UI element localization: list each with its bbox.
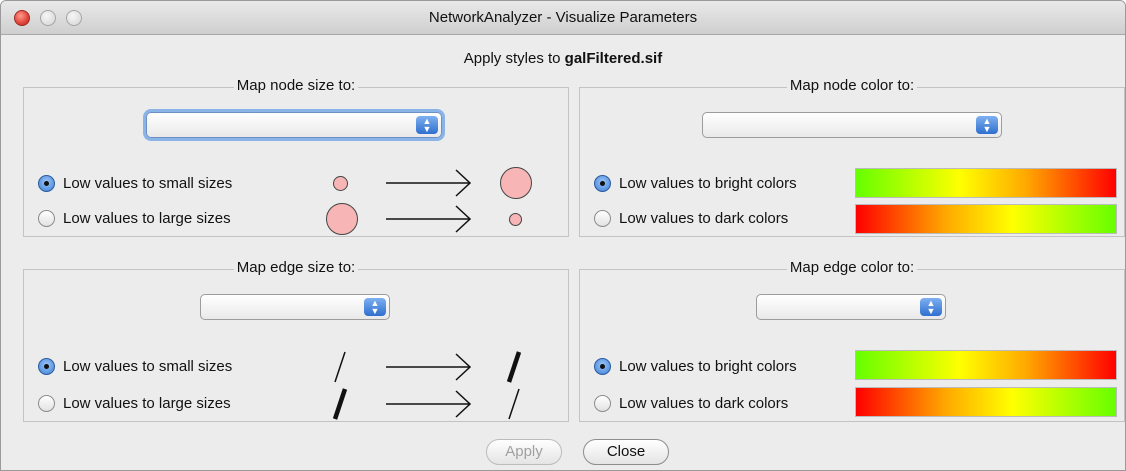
up-down-chevron-icon: ▲ ▼ <box>416 116 438 134</box>
node-color-bright-option[interactable]: Low values to bright colors <box>594 175 797 192</box>
up-down-chevron-icon: ▲ ▼ <box>976 116 998 134</box>
node-color-attribute-select[interactable]: ▲ ▼ <box>702 112 1002 138</box>
small-node-icon <box>509 213 522 226</box>
node-color-dark-label: Low values to dark colors <box>619 210 789 227</box>
large-node-icon <box>500 167 532 199</box>
edge-color-attribute-select[interactable]: ▲ ▼ <box>756 294 946 320</box>
up-down-chevron-icon: ▲ ▼ <box>364 298 386 316</box>
large-node-icon <box>326 203 358 235</box>
title-bar[interactable]: NetworkAnalyzer - Visualize Parameters <box>1 1 1125 35</box>
right-arrow-icon <box>386 169 472 197</box>
node-size-small-option[interactable]: Low values to small sizes <box>38 175 232 192</box>
network-file-name: galFiltered.sif <box>564 50 663 67</box>
edge-color-bright-label: Low values to bright colors <box>619 358 797 375</box>
node-size-legend: Map node size to: <box>233 77 359 94</box>
thin-edge-icon <box>334 351 346 383</box>
edge-color-dark-option[interactable]: Low values to dark colors <box>594 395 788 412</box>
bright-color-gradient <box>855 350 1117 380</box>
edge-color-panel: Map edge color to: ▲ ▼ Low values to brig… <box>579 259 1125 422</box>
visualize-parameters-window: NetworkAnalyzer - Visualize Parameters A… <box>0 0 1126 471</box>
node-size-panel: Map node size to: ▲ ▼ Low values to small… <box>23 77 569 237</box>
node-color-bright-label: Low values to bright colors <box>619 175 797 192</box>
edge-size-attribute-select[interactable]: ▲ ▼ <box>200 294 390 320</box>
radio-unselected-icon[interactable] <box>38 210 55 227</box>
radio-unselected-icon[interactable] <box>594 210 611 227</box>
apply-styles-prefix: Apply styles to <box>463 50 565 67</box>
up-down-chevron-icon: ▲ ▼ <box>920 298 942 316</box>
edge-size-large-label: Low values to large sizes <box>63 395 231 412</box>
close-button[interactable]: Close <box>583 439 669 465</box>
apply-styles-heading: Apply styles to galFiltered.sif <box>1 50 1125 67</box>
right-arrow-icon <box>386 205 472 233</box>
radio-unselected-icon[interactable] <box>38 395 55 412</box>
small-node-icon <box>333 176 348 191</box>
bright-color-gradient <box>855 168 1117 198</box>
node-size-small-label: Low values to small sizes <box>63 175 233 192</box>
thin-edge-icon <box>508 388 520 420</box>
edge-color-legend: Map edge color to: <box>786 259 918 276</box>
window-title: NetworkAnalyzer - Visualize Parameters <box>428 9 698 26</box>
edge-size-small-label: Low values to small sizes <box>63 358 233 375</box>
radio-selected-icon[interactable] <box>594 175 611 192</box>
dark-color-gradient <box>855 387 1117 417</box>
radio-unselected-icon[interactable] <box>594 395 611 412</box>
radio-selected-icon[interactable] <box>38 358 55 375</box>
radio-selected-icon[interactable] <box>38 175 55 192</box>
radio-selected-icon[interactable] <box>594 358 611 375</box>
right-arrow-icon <box>386 353 472 381</box>
node-color-legend: Map node color to: <box>786 77 918 94</box>
edge-size-small-option[interactable]: Low values to small sizes <box>38 358 232 375</box>
apply-button[interactable]: Apply <box>486 439 562 465</box>
thick-edge-icon <box>332 388 348 420</box>
node-size-large-option[interactable]: Low values to large sizes <box>38 210 231 227</box>
edge-size-panel: Map edge size to: ▲ ▼ Low values to small… <box>23 259 569 422</box>
right-arrow-icon <box>386 390 472 418</box>
edge-color-dark-label: Low values to dark colors <box>619 395 789 412</box>
node-size-attribute-select[interactable]: ▲ ▼ <box>146 112 442 138</box>
node-color-dark-option[interactable]: Low values to dark colors <box>594 210 788 227</box>
edge-size-legend: Map edge size to: <box>233 259 359 276</box>
thick-edge-icon <box>506 351 522 383</box>
edge-size-large-option[interactable]: Low values to large sizes <box>38 395 231 412</box>
edge-color-bright-option[interactable]: Low values to bright colors <box>594 358 797 375</box>
node-size-large-label: Low values to large sizes <box>63 210 231 227</box>
dark-color-gradient <box>855 204 1117 234</box>
node-color-panel: Map node color to: ▲ ▼ Low values to brig… <box>579 77 1125 237</box>
